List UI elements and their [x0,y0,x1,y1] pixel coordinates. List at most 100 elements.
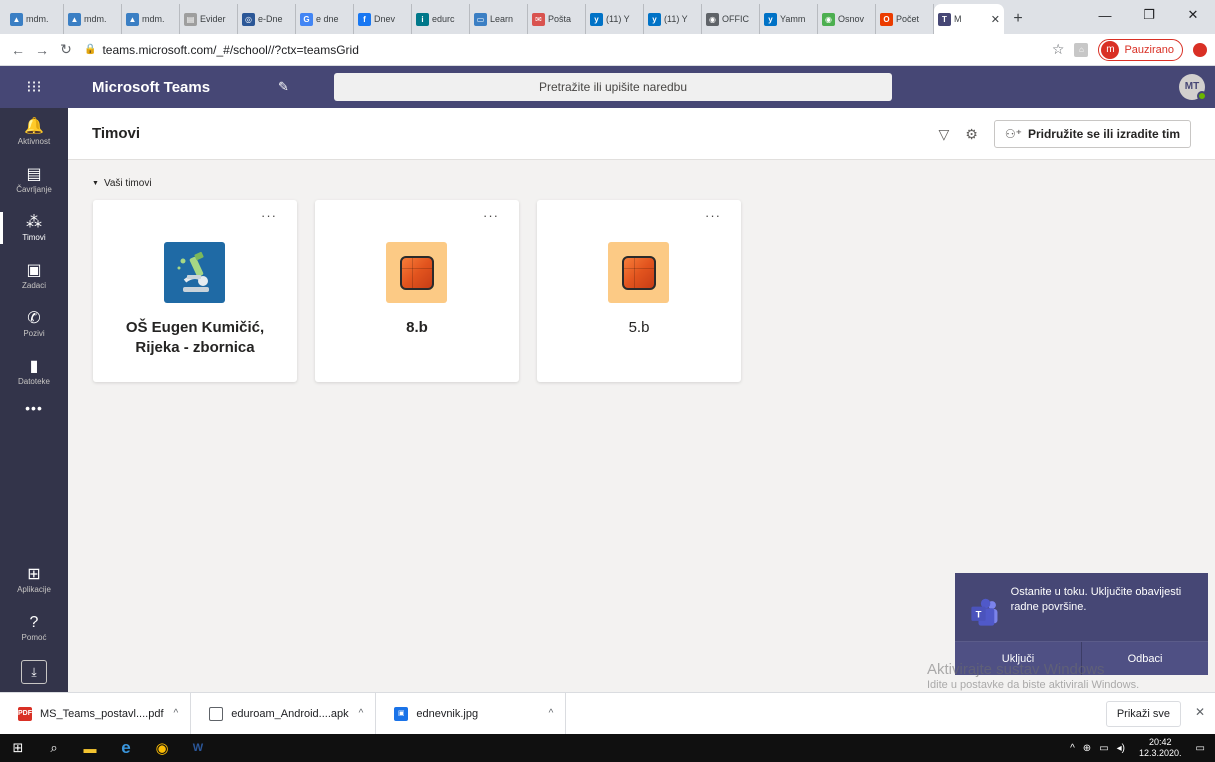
rail-item-timovi[interactable]: ⁂ Timovi [0,204,68,252]
rail-item-datoteke[interactable]: ▮ Datoteke [0,348,68,396]
more-options-icon[interactable]: ··· [261,208,277,223]
gear-icon[interactable]: ⚙ [965,126,978,143]
browser-tab[interactable]: ▲ mdm. [64,4,122,34]
team-card[interactable]: ··· 8.b [315,200,519,382]
bookmark-star-icon[interactable]: ☆ [1052,41,1065,58]
browser-tab[interactable]: ◉ OFFIC [702,4,760,34]
browser-tab[interactable]: ▲ mdm. [6,4,64,34]
volume-icon[interactable]: ◂) [1117,743,1125,754]
show-all-downloads-button[interactable]: Prikaži sve [1105,701,1181,727]
more-options-icon[interactable]: ··· [705,208,721,223]
tab-favicon-icon: y [764,12,777,26]
chevron-up-icon[interactable]: ^ [359,708,364,719]
download-item[interactable]: PDF MS_Teams_postavl....pdf ^ [0,692,192,735]
more-options-icon[interactable]: ··· [483,208,499,223]
team-avatar-icon [608,242,669,303]
forward-arrow-icon[interactable]: → [30,42,54,58]
browser-tab[interactable]: f Dnev [354,4,412,34]
close-shelf-icon[interactable]: ✕ [1195,705,1205,719]
browser-tab[interactable]: y Yamm [760,4,818,34]
rail-items: 🔔 Aktivnost ▤ Čavrljanje ⁂ Timovi ▣ Zadaci ✆ Pozi… [0,108,68,396]
browser-tab[interactable]: i edurc [412,4,470,34]
chevron-up-icon[interactable]: ^ [174,708,179,719]
download-item[interactable]: ▣ ednevnik.jpg ^ [376,692,567,735]
window-controls: — ❐ ✕ [1083,0,1215,30]
team-card[interactable]: ··· 5.b [537,200,741,382]
edge-browser-icon[interactable]: e [108,734,144,762]
reload-icon[interactable]: ↻ [54,41,78,58]
close-window-button[interactable]: ✕ [1171,0,1215,30]
profile-button[interactable]: m Pauzirano [1098,38,1183,61]
rail-item-label: Datoteke [17,376,51,386]
browser-tab[interactable]: ◎ e-Dne [238,4,296,34]
word-icon[interactable]: W [180,734,216,762]
aplikacije-icon: ⊞ [27,565,41,583]
notifications-icon[interactable]: ▭ [1196,743,1205,754]
search-icon[interactable]: ⌕ [36,734,72,762]
browser-tab[interactable]: y (11) Y [644,4,702,34]
clock[interactable]: 20:42 12.3.2020. [1139,737,1182,759]
browser-tab[interactable]: ◉ Osnov [818,4,876,34]
page-title: Timovi [92,125,141,142]
search-input[interactable]: Pretražite ili upišite naredbu [334,73,892,101]
chrome-browser-icon[interactable]: ◉ [144,734,180,762]
back-arrow-icon[interactable]: ← [6,42,30,58]
display-icon[interactable]: ▭ [1099,743,1108,754]
chevron-up-icon[interactable]: ^ [549,708,554,719]
pdf-extension-icon[interactable]: ⌂ [1074,42,1089,57]
browser-tab[interactable]: ▭ Learn [470,4,528,34]
browser-tab[interactable]: y (11) Y [586,4,644,34]
tab-label: Evider [200,14,226,24]
zadaci-icon: ▣ [26,261,42,279]
browser-tab[interactable]: ✉ Pošta [528,4,586,34]
join-or-create-team-button[interactable]: ⚇⁺ Pridružite se ili izradite tim [993,120,1191,148]
teams-logo-icon: T [971,598,998,626]
rail-item-aktivnost[interactable]: 🔔 Aktivnost [0,108,68,156]
rail-item-aplikacije[interactable]: ⊞ Aplikacije [0,556,68,604]
new-chat-icon[interactable]: ✎ [278,79,334,95]
rail-item-pomoc[interactable]: ? Pomoć [0,604,68,652]
dismiss-notifications-button[interactable]: Odbaci [1081,642,1208,675]
download-desktop-app[interactable]: ⤓ [0,652,68,692]
network-icon[interactable]: ⊕ [1083,743,1091,754]
more-apps-icon[interactable]: ••• [0,400,68,416]
minimize-button[interactable]: — [1083,0,1127,30]
tab-label: mdm. [26,14,49,24]
tab-favicon-icon: ◉ [706,12,719,26]
browser-tab[interactable]: O Počet [876,4,934,34]
tab-active-teams[interactable]: T M ✕ [934,4,1004,34]
windows-taskbar: ⊞ ⌕ ▬ e ◉ W ^ ⊕ ▭ ◂) 20:42 12.3.2020. ▭ [0,734,1215,762]
tab-label: edurc [432,14,455,24]
avatar[interactable]: MT [1179,74,1207,101]
rail-item-cavrljanje[interactable]: ▤ Čavrljanje [0,156,68,204]
add-team-icon: ⚇⁺ [1004,127,1022,141]
maximize-button[interactable]: ❐ [1127,0,1171,30]
extension-icon[interactable] [1193,42,1207,57]
team-card[interactable]: ··· OŠ Eugen Kumičić, Rijeka - zbornica [93,200,297,382]
filter-icon[interactable]: ▽ [939,126,950,143]
downloads-shelf: PDF MS_Teams_postavl....pdf ^ eduroam_Andro… [0,692,1215,735]
timovi-icon: ⁂ [26,213,42,231]
rail-item-label: Pozivi [23,328,45,338]
download-icon: ⤓ [21,660,47,684]
rail-item-pozivi[interactable]: ✆ Pozivi [0,300,68,348]
enable-notifications-button[interactable]: Uključi [955,642,1081,675]
clock-time: 20:42 [1149,737,1172,747]
rail-item-zadaci[interactable]: ▣ Zadaci [0,252,68,300]
browser-tab[interactable]: ▲ mdm. [122,4,180,34]
download-item[interactable]: eduroam_Android....apk ^ [191,692,377,735]
chevron-up-icon[interactable]: ^ [1070,743,1075,754]
url-field[interactable]: 🔒 teams.microsoft.com/_#/school//?ctx=te… [84,37,1052,63]
tab-favicon-icon: ▲ [68,12,81,26]
browser-tab-strip: ▲ mdm. ▲ mdm. ▲ mdm. ▤ Evider ◎ e-Dne Ge dne f Dnev i… [0,0,1215,34]
browser-tab[interactable]: Ge dne [296,4,354,34]
windows-start-icon[interactable]: ⊞ [0,734,36,762]
file-explorer-icon[interactable]: ▬ [72,734,108,762]
close-tab-icon[interactable]: ✕ [991,13,1000,26]
new-tab-button[interactable]: + [1004,4,1032,34]
app-launcher-icon[interactable]: ⁝⁝⁝ [0,77,68,97]
tab-label: Počet [896,14,920,24]
browser-tab[interactable]: ▤ Evider [180,4,238,34]
your-teams-section[interactable]: ▼ Vaši timovi [68,160,1215,189]
lock-icon: 🔒 [84,44,97,55]
